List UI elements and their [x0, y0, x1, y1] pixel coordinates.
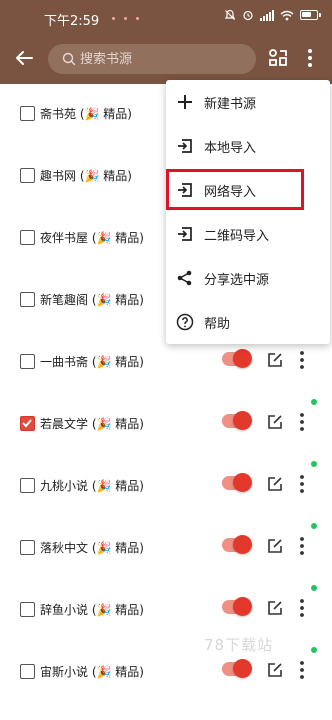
row-more-icon[interactable] [296, 411, 308, 433]
more-vert-icon[interactable] [302, 46, 318, 70]
source-name: 辞鱼小说 (🎉 精品) [40, 603, 144, 617]
status-bar: 下午2:59 [0, 0, 332, 36]
edit-icon[interactable] [266, 661, 284, 679]
status-time: 下午2:59 [44, 14, 100, 29]
online-dot [311, 523, 317, 529]
online-dot [311, 399, 317, 405]
source-row[interactable]: 若晨文学 (🎉 精品) [0, 394, 332, 456]
edit-icon[interactable] [266, 413, 284, 431]
check-icon [22, 419, 32, 428]
share-icon [177, 270, 192, 286]
wifi-icon [280, 10, 294, 20]
source-name: 若晨文学 (🎉 精品) [40, 417, 144, 431]
back-arrow-icon[interactable] [10, 44, 38, 72]
search-input[interactable] [80, 44, 248, 74]
enable-switch[interactable] [222, 411, 252, 430]
source-checkbox[interactable] [20, 106, 35, 121]
app-header: 下午2:59 [0, 0, 332, 84]
enable-switch[interactable] [222, 349, 252, 368]
source-checkbox[interactable] [20, 168, 35, 183]
source-checkbox[interactable] [20, 354, 35, 369]
menu-item-new-source[interactable]: 新建书源 [166, 80, 330, 124]
row-more-icon[interactable] [296, 597, 308, 619]
battery-icon [300, 10, 321, 20]
source-name: 九桃小说 (🎉 精品) [40, 479, 144, 493]
menu-item-help[interactable]: 帮助 [166, 300, 330, 344]
edit-icon[interactable] [266, 537, 284, 555]
row-more-icon[interactable] [296, 535, 308, 557]
source-name: 一曲书斋 (🎉 精品) [40, 355, 144, 369]
menu-item-qr-import[interactable]: 二维码导入 [166, 212, 330, 256]
menu-item-local-import[interactable]: 本地导入 [166, 124, 330, 168]
source-checkbox[interactable] [20, 540, 35, 555]
search-icon [62, 52, 76, 66]
notification-dots [112, 17, 139, 20]
source-row[interactable]: 九桃小说 (🎉 精品) [0, 456, 332, 518]
source-name: 夜伴书屋 (🎉 精品) [40, 231, 144, 245]
help-icon [176, 313, 194, 331]
edit-icon[interactable] [266, 599, 284, 617]
group-icon[interactable] [266, 46, 290, 70]
overflow-menu: 新建书源 本地导入 网络导入 二维码导入 分享选中源 帮助 [166, 80, 330, 344]
source-name: 斋书苑 (🎉 精品) [40, 107, 132, 121]
source-name: 宙斯小说 (🎉 精品) [40, 665, 144, 679]
menu-item-label: 帮助 [204, 317, 231, 332]
source-checkbox[interactable] [20, 602, 35, 617]
search-box[interactable] [48, 44, 256, 74]
menu-item-label: 二维码导入 [204, 229, 270, 244]
menu-item-label: 分享选中源 [204, 273, 270, 288]
source-name: 落秋中文 (🎉 精品) [40, 541, 144, 555]
online-dot [311, 647, 317, 653]
row-more-icon[interactable] [296, 659, 308, 681]
source-name: 新笔趣阁 (🎉 精品) [40, 293, 144, 307]
signal-icon [260, 9, 274, 21]
source-checkbox[interactable] [20, 292, 35, 307]
status-icons [224, 9, 321, 21]
source-checkbox[interactable] [20, 230, 35, 245]
source-row[interactable]: 落秋中文 (🎉 精品) [0, 518, 332, 580]
source-name: 趣书网 (🎉 精品) [40, 169, 132, 183]
highlight-box [166, 169, 304, 210]
online-dot [311, 461, 317, 467]
menu-item-label: 新建书源 [204, 97, 257, 112]
online-dot [311, 585, 317, 591]
alarm-icon [243, 10, 253, 21]
enable-switch[interactable] [222, 473, 252, 492]
edit-icon[interactable] [266, 351, 284, 369]
enable-switch[interactable] [222, 535, 252, 554]
watermark: 78下载站 [204, 636, 274, 654]
source-checkbox[interactable] [20, 478, 35, 493]
menu-item-share-selected[interactable]: 分享选中源 [166, 256, 330, 300]
row-more-icon[interactable] [296, 473, 308, 495]
toolbar [0, 36, 332, 84]
edit-icon[interactable] [266, 475, 284, 493]
source-row[interactable]: 宙斯小说 (🎉 精品) [0, 642, 332, 704]
source-row[interactable]: 辞鱼小说 (🎉 精品) [0, 580, 332, 642]
import-icon [178, 227, 192, 241]
mute-icon [224, 9, 236, 20]
row-more-icon[interactable] [296, 349, 308, 371]
enable-switch[interactable] [222, 597, 252, 616]
import-icon [178, 139, 192, 153]
source-checkbox[interactable] [20, 416, 35, 431]
enable-switch[interactable] [222, 659, 252, 678]
source-checkbox[interactable] [20, 664, 35, 679]
nav-bar [0, 712, 332, 720]
plus-icon [178, 95, 192, 109]
menu-item-label: 本地导入 [204, 141, 257, 156]
